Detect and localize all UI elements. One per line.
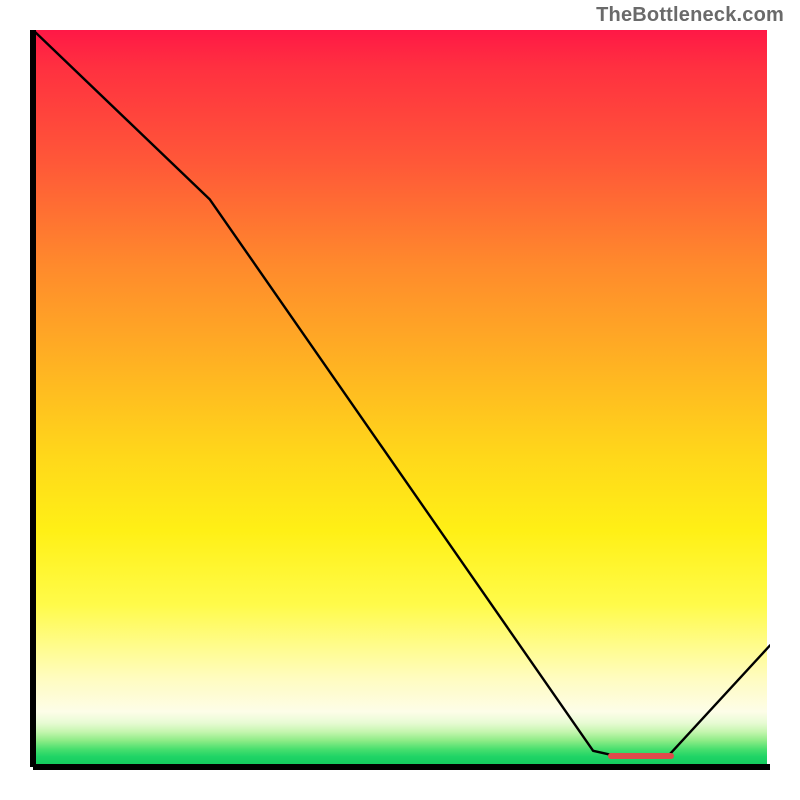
plot-area <box>30 30 770 770</box>
chart-container: TheBottleneck.com <box>0 0 800 800</box>
gradient-background <box>33 30 767 767</box>
attribution-label: TheBottleneck.com <box>596 4 784 27</box>
